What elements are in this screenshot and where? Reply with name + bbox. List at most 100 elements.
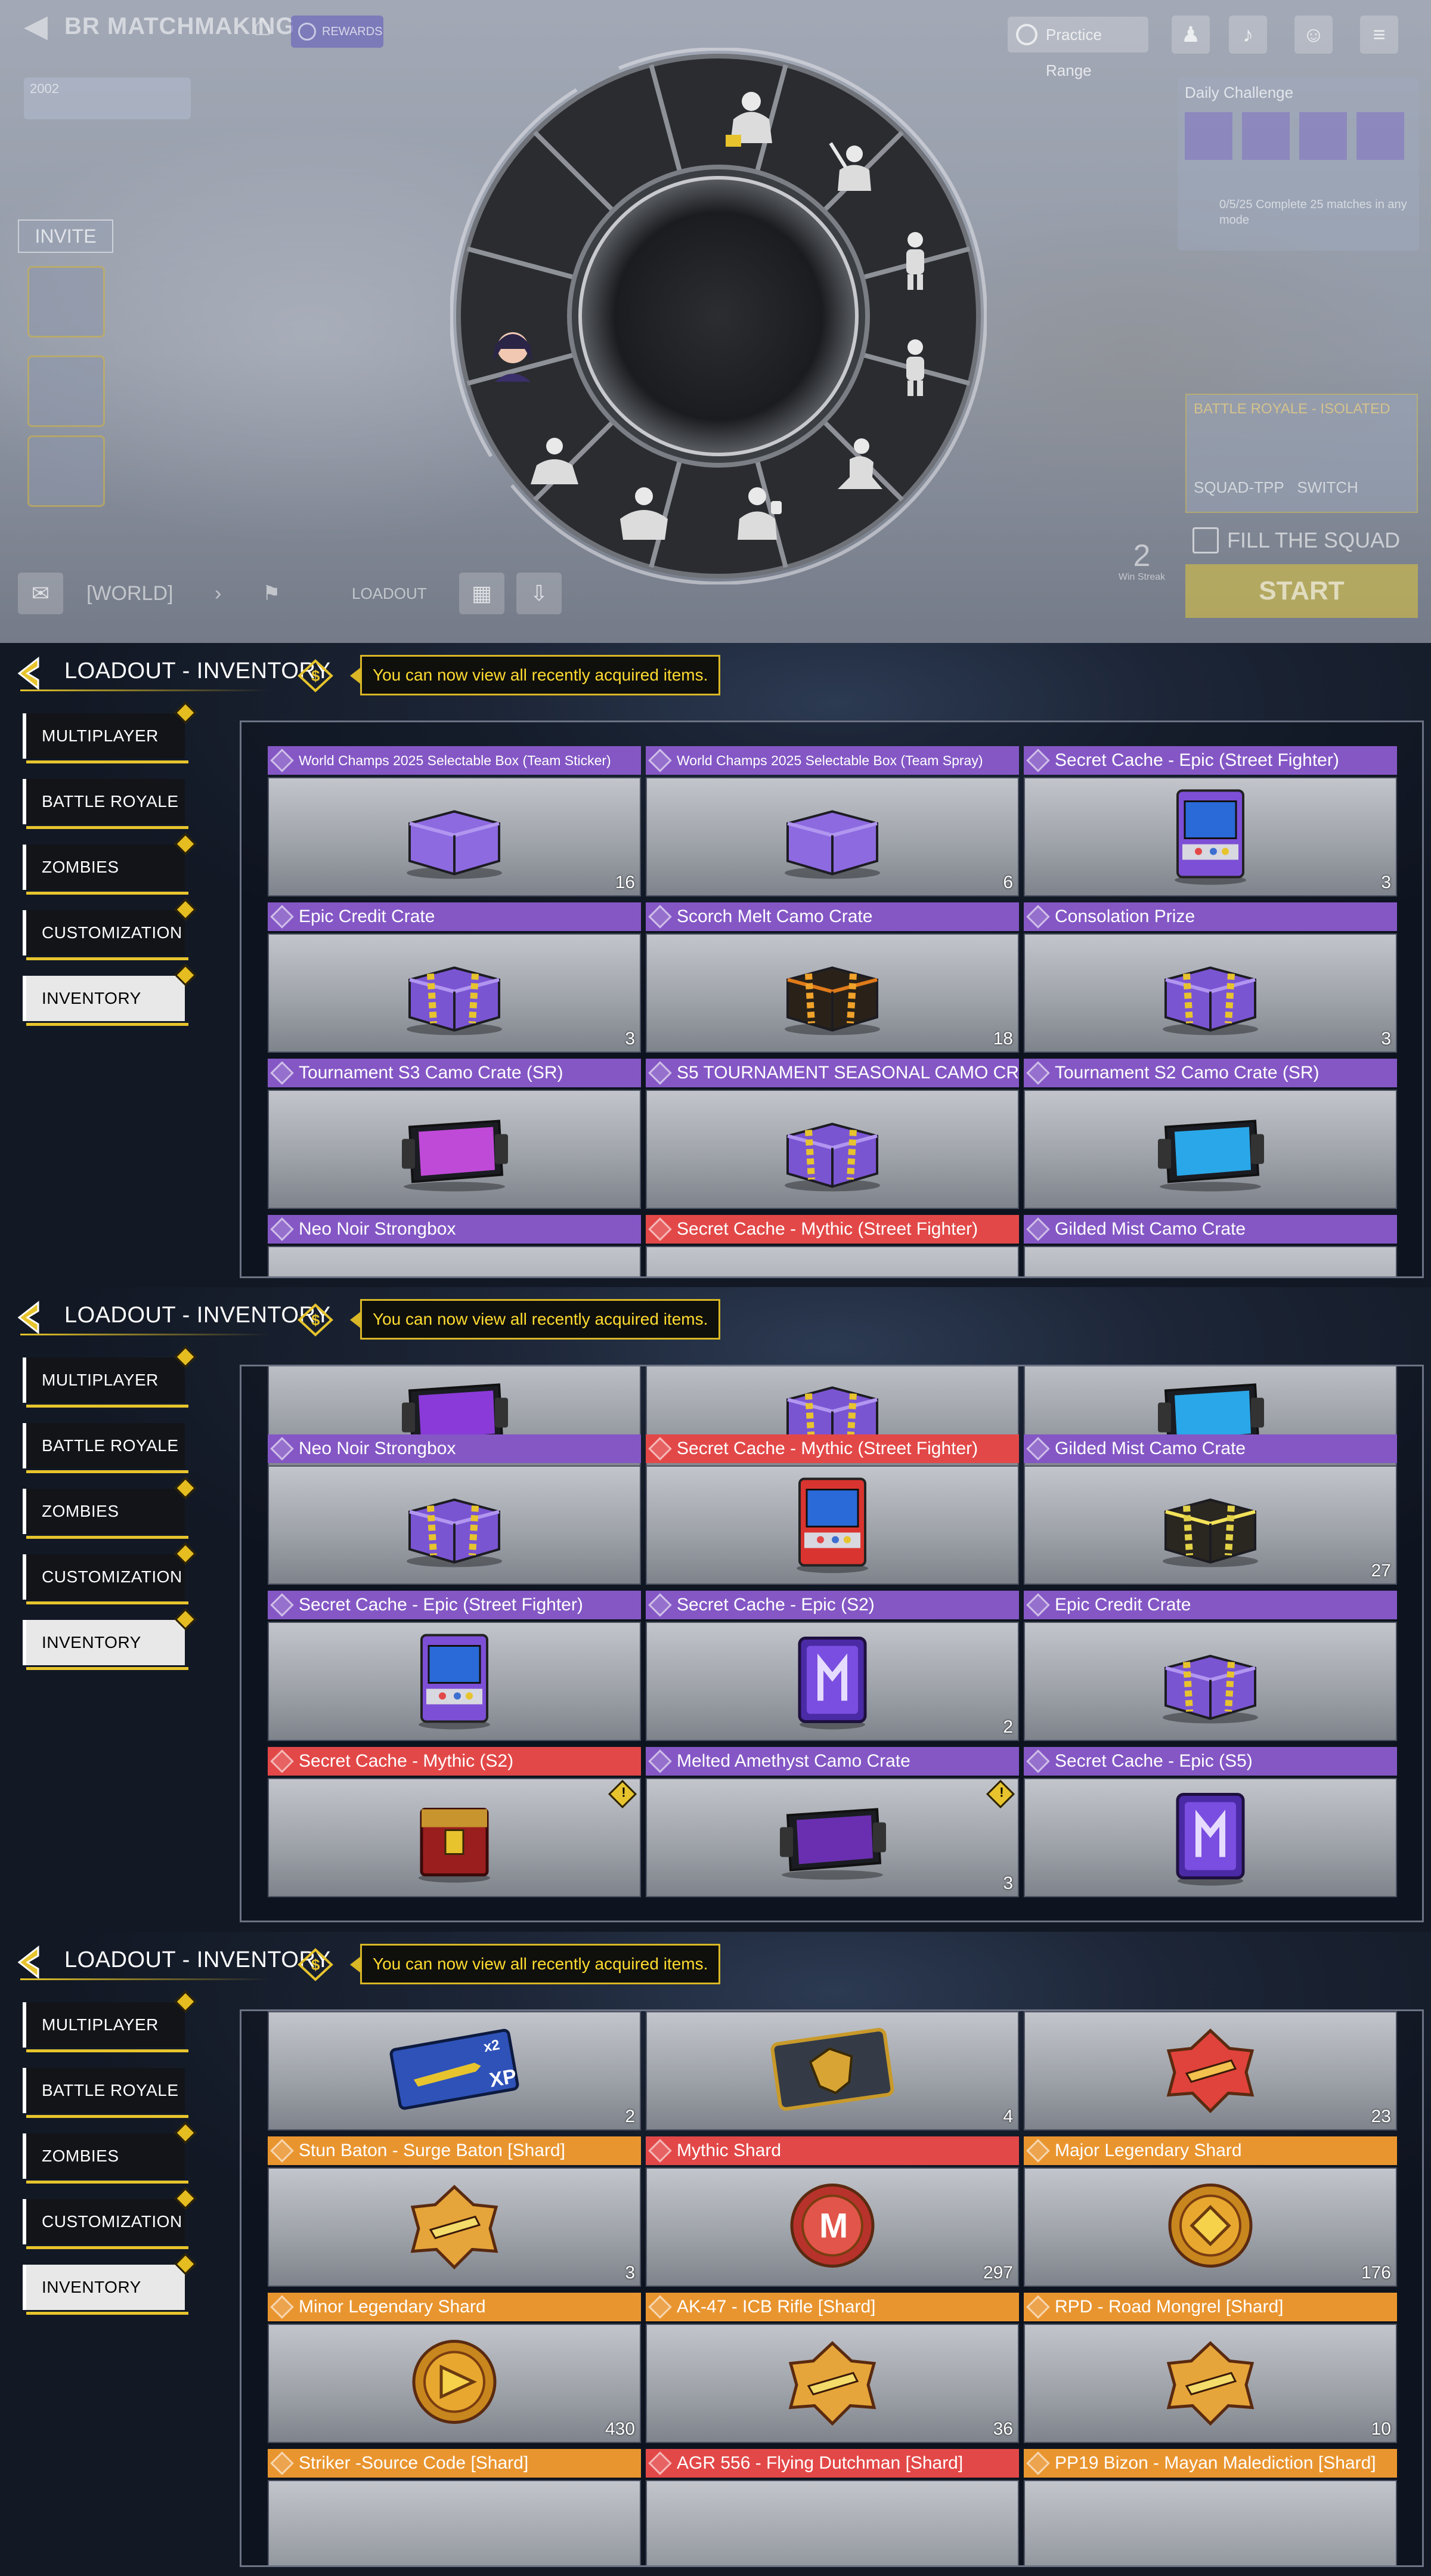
inventory-item-card[interactable]: Melted Amethyst Camo Crate 3 xyxy=(646,1747,1019,1899)
inventory-item-card[interactable]: Gilded Mist Camo Crate 27 xyxy=(1024,1434,1397,1587)
nav-item-multiplayer[interactable]: MULTIPLAYER xyxy=(23,1346,197,1408)
nav-item-customization[interactable]: CUSTOMIZATION xyxy=(23,2187,197,2249)
new-items-icon[interactable]: $ xyxy=(297,658,334,693)
warning-icon xyxy=(986,1779,1015,1809)
inventory-item-card[interactable]: AGR 556 - Flying Dutchman [Shard] xyxy=(646,2449,1019,2565)
inventory-item-card[interactable]: Tournament S3 Camo Crate (SR) xyxy=(268,1059,641,1211)
inventory-item-card[interactable]: Secret Cache - Epic (S5) xyxy=(1024,1747,1397,1899)
inventory-item-card[interactable]: S5 TOURNAMENT SEASONAL CAMO CRATE xyxy=(646,1059,1019,1211)
inventory-item-card[interactable]: Scorch Melt Camo Crate 18 xyxy=(646,902,1019,1054)
inventory-item-card[interactable]: Stun Baton - Surge Baton [Shard] 3 xyxy=(268,2136,641,2289)
flag-icon[interactable]: ⚑ xyxy=(262,573,280,614)
inventory-item-card[interactable]: AK-47 - ICB Rifle [Shard] 36 xyxy=(646,2293,1019,2445)
operator-emote-icon[interactable] xyxy=(718,84,790,155)
inventory-item-card[interactable]: World Champs 2025 Selectable Box (Team S… xyxy=(646,746,1019,898)
squad-slot[interactable] xyxy=(27,355,105,427)
sound-icon[interactable]: ♪ xyxy=(1229,16,1267,54)
mode-select-panel[interactable]: BATTLE ROYALE - ISOLATED SQUAD-TPP SWITC… xyxy=(1185,394,1418,513)
inventory-item-card[interactable]: Mythic Shard M 297 xyxy=(646,2136,1019,2289)
cube-purple-icon xyxy=(788,1629,877,1734)
back-arrow-icon[interactable] xyxy=(14,1944,51,1981)
menu-icon[interactable]: ≡ xyxy=(1360,16,1398,54)
inventory-item-card[interactable]: Minor Legendary Shard 430 xyxy=(268,2293,641,2445)
character-portrait-icon[interactable] xyxy=(480,319,552,391)
pointing-emote-icon[interactable] xyxy=(888,334,960,406)
kneel-emote-icon[interactable] xyxy=(522,429,593,501)
nav-item-inventory[interactable]: INVENTORY xyxy=(23,964,197,1026)
cube-purple-icon xyxy=(1166,1786,1255,1890)
inventory-item-card[interactable]: 23 xyxy=(1024,2011,1397,2132)
inventory-item-card[interactable]: Gilded Mist Camo Crate xyxy=(1024,1215,1397,1276)
crouch-emote-icon[interactable] xyxy=(826,429,897,501)
inventory-item-card[interactable]: Secret Cache - Mythic (S2) xyxy=(268,1747,641,1899)
nav-item-customization[interactable]: CUSTOMIZATION xyxy=(23,1542,197,1604)
inventory-item-card[interactable]: RPD - Road Mongrel [Shard] 10 xyxy=(1024,2293,1397,2445)
nav-item-battle-royale[interactable]: BATTLE ROYALE xyxy=(23,2068,188,2118)
inventory-item-card[interactable]: Secret Cache - Epic (Street Fighter) 3 xyxy=(1024,746,1397,898)
inventory-item-card[interactable]: Tournament S2 Camo Crate (SR) xyxy=(1024,1059,1397,1211)
nav-item-label: MULTIPLAYER xyxy=(42,1371,159,1389)
practice-range-button[interactable]: Practice Range xyxy=(1008,17,1148,79)
player-card[interactable]: 2002 xyxy=(24,78,191,119)
start-button[interactable]: START xyxy=(1185,564,1418,618)
nav-item-battle-royale[interactable]: BATTLE ROYALE xyxy=(23,779,188,829)
nav-underline xyxy=(26,2049,188,2052)
inventory-item-card[interactable]: Secret Cache - Epic (S2) 2 xyxy=(646,1591,1019,1743)
inventory-item-card[interactable]: XP x2 2 xyxy=(268,2011,641,2132)
item-name: AGR 556 - Flying Dutchman [Shard] xyxy=(677,2453,964,2473)
thumbs-emote-icon[interactable] xyxy=(724,477,796,549)
home-icon[interactable]: ⌂ xyxy=(244,7,280,43)
nav-item-zombies[interactable]: ZOMBIES xyxy=(23,833,197,895)
fill-squad-toggle[interactable]: FILL THE SQUAD xyxy=(1190,524,1417,557)
inventory-item-card[interactable]: 4 xyxy=(646,2011,1019,2132)
inventory-item-card[interactable]: PP19 Bizon - Mayan Malediction [Shard] xyxy=(1024,2449,1397,2565)
inventory-item-card[interactable]: Secret Cache - Mythic (Street Fighter) xyxy=(646,1215,1019,1276)
squad-slot[interactable] xyxy=(27,266,105,338)
inventory-item-card[interactable]: World Champs 2025 Selectable Box (Team S… xyxy=(268,746,641,898)
item-name-bar: RPD - Road Mongrel [Shard] xyxy=(1024,2293,1397,2321)
rewards-button[interactable]: REWARDS xyxy=(291,16,383,48)
inventory-item-card[interactable]: Neo Noir Strongbox xyxy=(268,1215,641,1276)
inventory-item-card[interactable]: Striker -Source Code [Shard] xyxy=(268,2449,641,2565)
new-items-icon[interactable]: $ xyxy=(297,1947,334,1982)
rarity-icon xyxy=(1026,1217,1050,1241)
squad-slot[interactable] xyxy=(27,435,105,507)
nav-item-zombies[interactable]: ZOMBIES xyxy=(23,2122,197,2184)
nav-item-zombies[interactable]: ZOMBIES xyxy=(23,1477,197,1539)
nav-item-multiplayer[interactable]: MULTIPLAYER xyxy=(23,701,197,763)
nav-item-inventory[interactable]: INVENTORY xyxy=(23,2253,197,2315)
friends-icon[interactable]: ☺ xyxy=(1294,16,1333,54)
inventory-item-card[interactable]: Major Legendary Shard 176 xyxy=(1024,2136,1397,2289)
inventory-item-card[interactable]: Secret Cache - Mythic (Street Fighter) xyxy=(646,1434,1019,1587)
inventory-item-card[interactable]: Epic Credit Crate xyxy=(1024,1591,1397,1743)
chat-icon[interactable]: ✉ xyxy=(18,573,63,614)
nav-item-battle-royale[interactable]: BATTLE ROYALE xyxy=(23,1423,188,1473)
crate-orange-icon xyxy=(776,947,889,1040)
new-badge-icon xyxy=(174,1608,197,1631)
loadout-link[interactable]: LOADOUT xyxy=(352,573,427,614)
daily-challenge-panel[interactable]: Daily Challenge 0/5/25 Complete 25 match… xyxy=(1178,78,1419,251)
nav-item-multiplayer[interactable]: MULTIPLAYER xyxy=(23,1990,197,2052)
invite-button[interactable]: INVITE xyxy=(18,219,113,253)
back-arrow-icon[interactable] xyxy=(14,655,51,692)
rarity-icon xyxy=(270,2295,294,2319)
photographer-emote-icon[interactable] xyxy=(819,131,890,203)
nav-item-inventory[interactable]: INVENTORY xyxy=(23,1608,197,1670)
switch-label[interactable]: SWITCH xyxy=(1297,478,1358,496)
inventory-item-card[interactable]: Neo Noir Strongbox xyxy=(268,1434,641,1587)
nav-item-customization[interactable]: CUSTOMIZATION xyxy=(23,898,197,960)
inventory-item-card[interactable]: Secret Cache - Epic (Street Fighter) xyxy=(268,1591,641,1743)
inventory-item-card[interactable]: Epic Credit Crate 3 xyxy=(268,902,641,1054)
standing-emote-icon[interactable] xyxy=(888,227,960,298)
back-arrow-icon[interactable]: ◀ xyxy=(18,8,54,44)
emote-wheel[interactable] xyxy=(450,48,987,585)
flex-emote-icon[interactable] xyxy=(611,477,683,549)
inventory-item-card[interactable]: Consolation Prize 3 xyxy=(1024,902,1397,1054)
operator-icon[interactable]: ♟ xyxy=(1172,16,1210,54)
item-preview: 3 xyxy=(1024,933,1397,1053)
chat-channel[interactable]: [WORLD] xyxy=(86,573,173,614)
mode-sub: SQUAD-TPP SWITCH xyxy=(1194,478,1358,497)
arcade-purple-icon xyxy=(410,1629,499,1734)
new-items-icon[interactable]: $ xyxy=(297,1303,334,1337)
back-arrow-icon[interactable] xyxy=(14,1299,51,1336)
